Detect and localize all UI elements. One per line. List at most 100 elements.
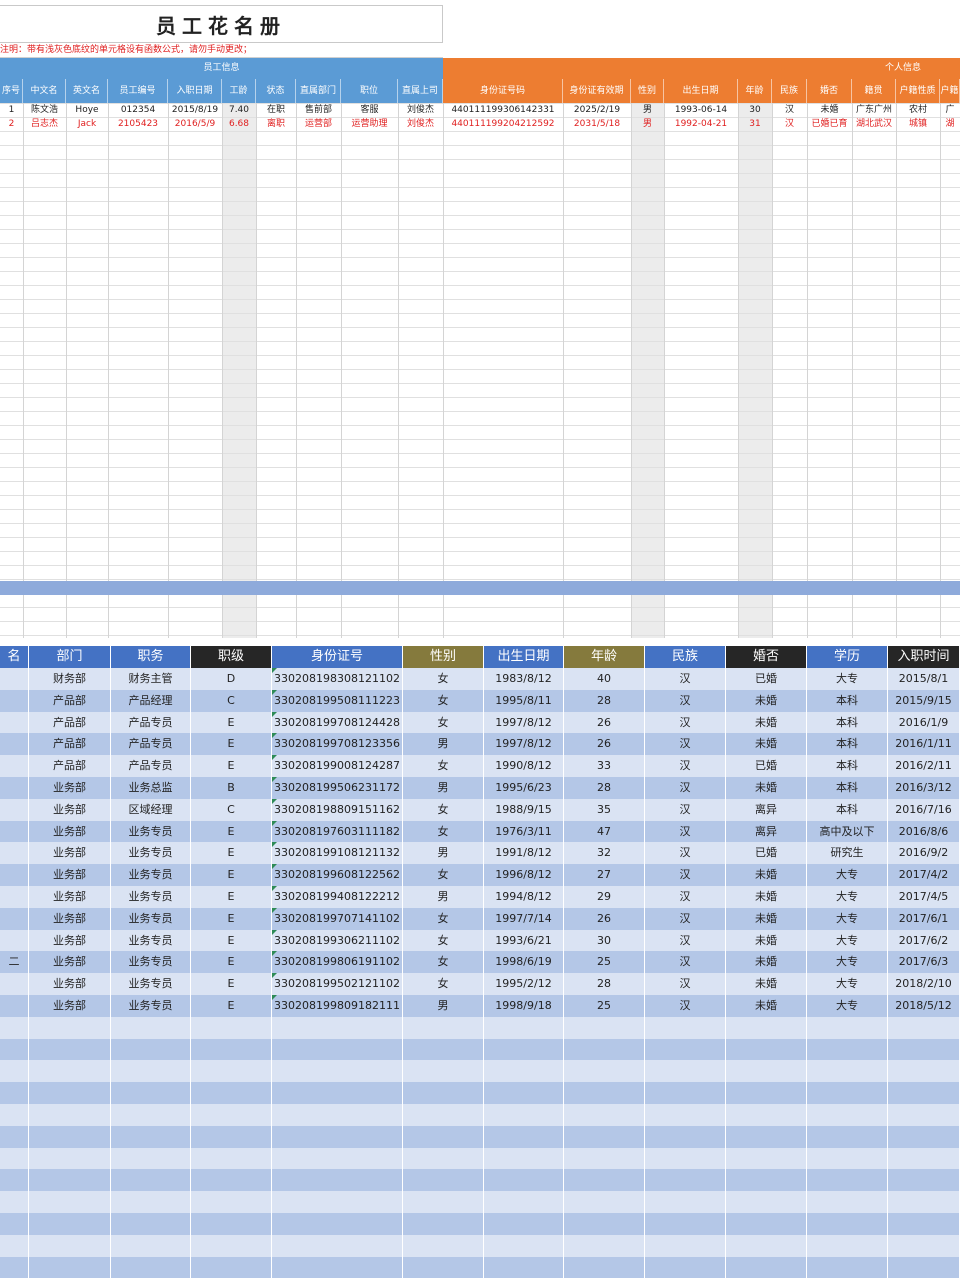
table-cell[interactable]	[564, 1169, 645, 1192]
table-cell[interactable]: 业务专员	[111, 820, 191, 843]
roster-cell[interactable]: 广东广州	[852, 103, 896, 117]
table-cell[interactable]	[0, 886, 29, 908]
table-cell[interactable]: 1991/8/12	[484, 842, 564, 865]
table-cell[interactable]	[484, 1147, 564, 1170]
table-cell[interactable]: 业务部	[29, 929, 111, 952]
table-cell[interactable]: E	[191, 886, 272, 908]
table-cell[interactable]	[484, 1038, 564, 1061]
table-cell[interactable]	[484, 1213, 564, 1235]
table-cell[interactable]	[807, 1060, 888, 1083]
table-cell[interactable]	[29, 1234, 111, 1257]
table-cell[interactable]: 1998/9/18	[484, 995, 564, 1017]
table-cell[interactable]: 1997/8/12	[484, 733, 564, 756]
table-cell[interactable]	[564, 1038, 645, 1061]
table-cell[interactable]: 业务专员	[111, 907, 191, 930]
table-cell[interactable]: 未婚	[726, 929, 807, 952]
table-cell[interactable]	[807, 1256, 888, 1279]
table-cell[interactable]: 离异	[726, 820, 807, 843]
table-cell[interactable]: D	[191, 668, 272, 690]
table-cell[interactable]: 330208199508111223	[272, 689, 403, 712]
employee-header-cell[interactable]: 民族	[645, 646, 726, 668]
table-cell[interactable]: 研究生	[807, 842, 888, 865]
table-cell[interactable]: 2016/9/2	[888, 842, 960, 865]
table-cell[interactable]	[726, 1256, 807, 1279]
table-cell[interactable]	[111, 1060, 191, 1083]
table-cell[interactable]: E	[191, 995, 272, 1017]
table-cell[interactable]: 27	[564, 864, 645, 886]
table-cell[interactable]	[403, 1234, 484, 1257]
table-cell[interactable]: 未婚	[726, 886, 807, 908]
table-cell[interactable]	[403, 1147, 484, 1170]
table-cell[interactable]: 财务主管	[111, 668, 191, 690]
table-cell[interactable]: C	[191, 689, 272, 712]
table-cell[interactable]	[403, 1125, 484, 1148]
roster-header-cell[interactable]: 户籍	[940, 79, 960, 103]
table-cell[interactable]: 业务部	[29, 820, 111, 843]
roster-header-cell[interactable]: 入职日期	[168, 79, 222, 103]
table-cell[interactable]: 女	[403, 864, 484, 886]
table-cell[interactable]: 47	[564, 820, 645, 843]
table-cell[interactable]: 区域经理	[111, 798, 191, 821]
roster-header-cell[interactable]: 中文名	[23, 79, 66, 103]
table-cell[interactable]	[272, 1082, 403, 1104]
table-cell[interactable]: 30	[564, 929, 645, 952]
roster-header-cell[interactable]: 员工编号	[108, 79, 168, 103]
table-cell[interactable]: 330208199502121102	[272, 973, 403, 995]
employee-header-cell[interactable]: 婚否	[726, 646, 807, 668]
table-cell[interactable]	[564, 1256, 645, 1279]
table-cell[interactable]: 汉	[645, 907, 726, 930]
table-cell[interactable]	[29, 1125, 111, 1148]
roster-cell[interactable]: 2016/5/9	[168, 117, 222, 131]
table-cell[interactable]	[888, 1104, 960, 1126]
roster-header-cell[interactable]: 英文名	[66, 79, 108, 103]
table-cell[interactable]	[888, 1060, 960, 1083]
table-cell[interactable]	[888, 1082, 960, 1104]
table-cell[interactable]: 汉	[645, 973, 726, 995]
table-cell[interactable]	[111, 1125, 191, 1148]
table-cell[interactable]	[29, 1169, 111, 1192]
table-cell[interactable]	[484, 1125, 564, 1148]
table-cell[interactable]: 2017/6/2	[888, 929, 960, 952]
table-cell[interactable]: 25	[564, 995, 645, 1017]
employee-header-cell[interactable]: 职级	[191, 646, 272, 668]
table-cell[interactable]: 未婚	[726, 951, 807, 974]
table-cell[interactable]	[888, 1125, 960, 1148]
table-cell[interactable]: 大专	[807, 864, 888, 886]
table-cell[interactable]: 汉	[645, 820, 726, 843]
roster-cell[interactable]: 1992-04-21	[664, 117, 738, 131]
table-cell[interactable]	[0, 1256, 29, 1279]
table-cell[interactable]	[484, 1169, 564, 1192]
table-cell[interactable]: 28	[564, 777, 645, 799]
table-cell[interactable]	[191, 1256, 272, 1279]
table-cell[interactable]	[191, 1060, 272, 1083]
table-cell[interactable]	[191, 1147, 272, 1170]
table-cell[interactable]	[403, 1060, 484, 1083]
table-cell[interactable]: 26	[564, 733, 645, 756]
roster-cell[interactable]: 440111199306142331	[443, 103, 563, 117]
table-cell[interactable]: 本科	[807, 755, 888, 777]
table-cell[interactable]: 男	[403, 842, 484, 865]
table-cell[interactable]: 产品部	[29, 711, 111, 734]
table-cell[interactable]: 女	[403, 798, 484, 821]
table-cell[interactable]: 产品专员	[111, 733, 191, 756]
table-cell[interactable]: 本科	[807, 777, 888, 799]
table-cell[interactable]	[272, 1060, 403, 1083]
table-cell[interactable]: 业务部	[29, 864, 111, 886]
roster-cell[interactable]: 未婚	[807, 103, 852, 117]
table-cell[interactable]	[564, 1104, 645, 1126]
table-cell[interactable]	[888, 1169, 960, 1192]
roster-header-cell[interactable]: 工龄	[222, 79, 256, 103]
employee-header-cell[interactable]: 名	[0, 646, 29, 668]
table-cell[interactable]: 33	[564, 755, 645, 777]
roster-cell[interactable]: 湖北武汉	[852, 117, 896, 131]
table-cell[interactable]: E	[191, 973, 272, 995]
table-cell[interactable]	[111, 1147, 191, 1170]
roster-cell[interactable]: 1993-06-14	[664, 103, 738, 117]
table-cell[interactable]: 业务专员	[111, 929, 191, 952]
roster-cell[interactable]: 汉	[772, 103, 807, 117]
table-cell[interactable]: 26	[564, 907, 645, 930]
table-cell[interactable]	[272, 1016, 403, 1039]
table-cell[interactable]: 330208199708123356	[272, 733, 403, 756]
table-cell[interactable]: 2018/5/12	[888, 995, 960, 1017]
table-cell[interactable]: 业务总监	[111, 777, 191, 799]
